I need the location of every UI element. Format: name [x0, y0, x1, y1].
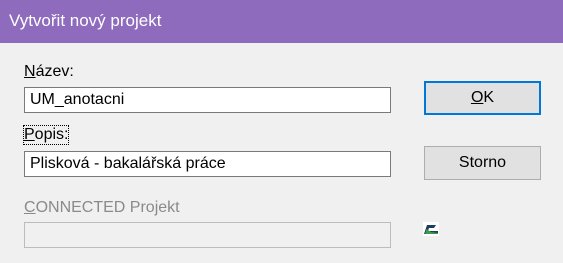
name-label-mnemonic: N	[24, 63, 36, 80]
ok-button-label: OK	[426, 89, 539, 107]
name-label: Název:	[24, 63, 74, 81]
connected-project-label-text: ONNECTED Projekt	[35, 199, 180, 216]
description-field[interactable]: Plisková - bakalářská práce	[24, 151, 391, 177]
create-project-dialog: Vytvořit nový projekt Název: UM_anotacni…	[0, 0, 563, 263]
title-bar[interactable]: Vytvořit nový projekt	[0, 0, 563, 43]
name-field[interactable]: UM_anotacni	[24, 87, 391, 113]
connected-project-icon[interactable]	[423, 222, 439, 236]
ok-button[interactable]: OK	[424, 81, 541, 115]
ok-button-mnemonic: O	[470, 89, 484, 106]
name-label-text: ázev:	[35, 63, 74, 80]
description-label-text: opis:	[34, 126, 69, 143]
name-field-value: UM_anotacni	[30, 91, 125, 108]
connected-project-label: CONNECTED Projekt	[24, 199, 180, 217]
description-label: Popis:	[22, 125, 70, 145]
connected-project-field	[24, 222, 391, 248]
cancel-button[interactable]: Storno	[424, 146, 541, 180]
ok-button-text: K	[483, 89, 495, 106]
description-field-value: Plisková - bakalářská práce	[30, 155, 226, 172]
dialog-title: Vytvořit nový projekt	[9, 11, 162, 30]
description-label-mnemonic: P	[24, 126, 35, 143]
connected-project-label-mnemonic: C	[24, 199, 36, 216]
cancel-button-label: Storno	[458, 154, 507, 171]
